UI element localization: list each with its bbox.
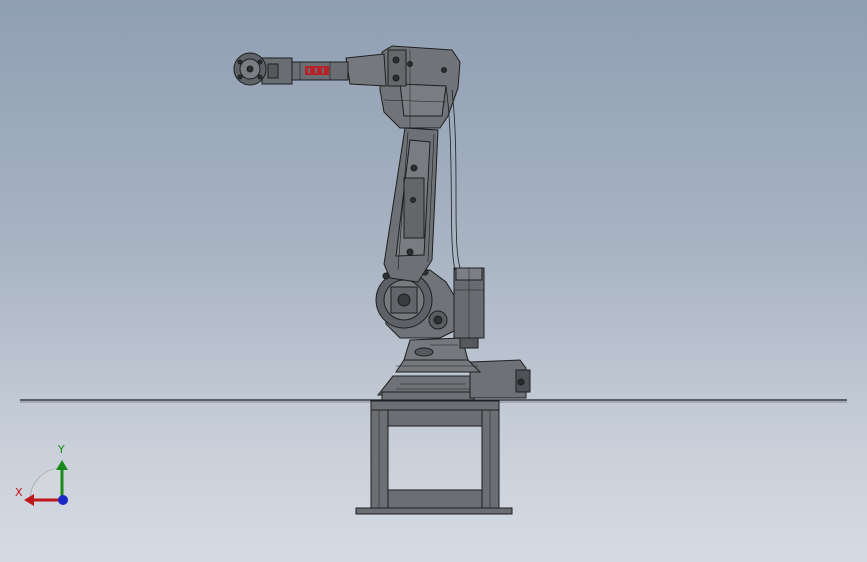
wrist-flange[interactable] [233,52,293,86]
x-axis-label: X [15,486,23,499]
y-axis-arrowhead [56,460,68,470]
y-axis-label: Y [58,443,65,456]
z-axis-dot [58,495,68,505]
robot-model-view[interactable] [0,0,867,562]
axis-motor[interactable] [453,267,485,349]
cad-viewport[interactable]: Y X [0,0,867,562]
x-axis-arrowhead [24,494,34,506]
coordinate-triad [24,460,68,506]
upper-arm-housing[interactable] [379,45,461,129]
forearm[interactable] [289,53,387,87]
lower-arm[interactable] [383,127,439,283]
abb-logo [305,66,329,75]
robot-pedestal[interactable] [355,400,513,515]
